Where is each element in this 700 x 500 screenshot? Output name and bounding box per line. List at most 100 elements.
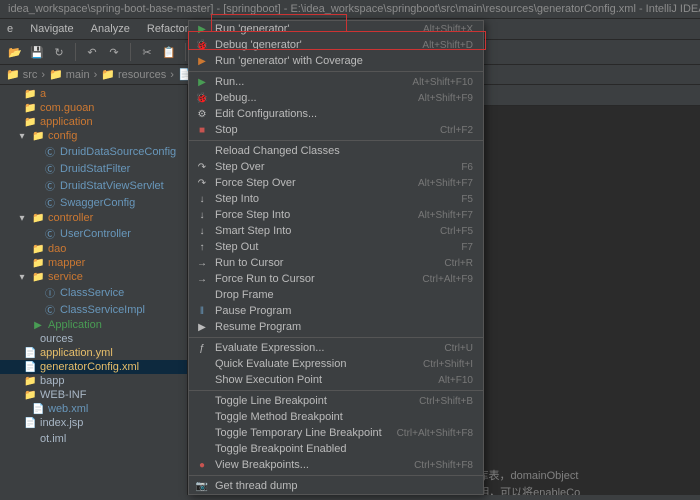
refresh-icon[interactable]: ↻	[50, 43, 68, 61]
menu-item-shortcut: Ctrl+Alt+Shift+F8	[397, 428, 473, 439]
run-menu-item[interactable]: ‖Pause Program	[189, 303, 483, 319]
run-menu-item[interactable]: ↷Step OverF6	[189, 159, 483, 175]
tree-item[interactable]: 📄web.xml	[0, 402, 187, 416]
run-menu-item[interactable]: ↑Step OutF7	[189, 239, 483, 255]
menu-item-icon: ▶	[195, 77, 209, 88]
run-menu-item[interactable]: 📷Get thread dump	[189, 478, 483, 494]
menu-item-label: Step Into	[215, 193, 455, 205]
breadcrumb-item[interactable]: 📁 main	[49, 68, 90, 81]
tree-item[interactable]: 📁dao	[0, 242, 187, 256]
run-menu-item[interactable]: ↓Step IntoF5	[189, 191, 483, 207]
tree-item-icon: Ⓒ	[44, 161, 56, 176]
run-menu-item[interactable]: Toggle Temporary Line BreakpointCtrl+Alt…	[189, 425, 483, 441]
run-menu-item[interactable]: ●View Breakpoints...Ctrl+Shift+F8	[189, 457, 483, 473]
tree-item-label: ources	[40, 333, 73, 345]
tree-item[interactable]: 📁mapper	[0, 256, 187, 270]
tree-item-label: bapp	[40, 375, 64, 387]
run-menu-item[interactable]: →Force Run to CursorCtrl+Alt+F9	[189, 271, 483, 287]
tree-item[interactable]: 📄application.yml	[0, 346, 187, 360]
menu-item-icon: ▶	[195, 56, 209, 67]
run-menu-item[interactable]: Toggle Method Breakpoint	[189, 409, 483, 425]
menu-item-icon: →	[195, 274, 209, 285]
tree-item-label: DruidStatViewServlet	[60, 180, 164, 192]
tree-item-label: SwaggerConfig	[60, 197, 135, 209]
tree-item[interactable]: ▾📁config	[0, 129, 187, 143]
tree-item[interactable]: ⒸSwaggerConfig	[0, 194, 187, 211]
run-menu-item[interactable]: ▶Run 'generator' with Coverage	[189, 53, 483, 69]
menu-item[interactable]: Analyze	[84, 21, 137, 37]
tree-item[interactable]: 📁WEB-INF	[0, 388, 187, 402]
menu-item[interactable]: e	[0, 21, 20, 37]
run-menu-item[interactable]: Quick Evaluate ExpressionCtrl+Shift+I	[189, 356, 483, 372]
menu-item-icon: ⚙	[195, 109, 209, 120]
menu-item[interactable]: Navigate	[23, 21, 80, 37]
tree-item-label: DruidDataSourceConfig	[60, 146, 176, 158]
menu-item-label: Pause Program	[215, 305, 467, 317]
menu-item-label: Run to Cursor	[215, 257, 438, 269]
run-menu-item[interactable]: ↓Smart Step IntoCtrl+F5	[189, 223, 483, 239]
tree-item[interactable]: 📁bapp	[0, 374, 187, 388]
tree-item[interactable]: ⒸClassServiceImpl	[0, 301, 187, 318]
tree-item-label: mapper	[48, 257, 85, 269]
undo-icon[interactable]: ↶	[83, 43, 101, 61]
tree-item[interactable]: 📄generatorConfig.xml	[0, 360, 187, 374]
menu-item-shortcut: F6	[461, 162, 473, 173]
menu-item-shortcut: Ctrl+Shift+I	[423, 359, 473, 370]
run-menu-item[interactable]: ▶Run...Alt+Shift+F10	[189, 74, 483, 90]
tree-item[interactable]: ▾📁controller	[0, 211, 187, 225]
menu-item-icon: 🐞	[195, 93, 209, 104]
run-menu-item[interactable]: Drop Frame	[189, 287, 483, 303]
tree-item-label: dao	[48, 243, 66, 255]
tree-item[interactable]: 📁a	[0, 87, 187, 101]
tree-item[interactable]: ⒾClassService	[0, 284, 187, 301]
run-menu-item[interactable]: 🐞Debug 'generator'Alt+Shift+D	[189, 37, 483, 53]
tree-item-label: ClassService	[60, 287, 124, 299]
tree-item[interactable]: ▶Application	[0, 318, 187, 332]
open-icon[interactable]: 📂	[6, 43, 24, 61]
run-menu-item[interactable]: Show Execution PointAlt+F10	[189, 372, 483, 388]
menu-item-shortcut: Ctrl+U	[444, 343, 473, 354]
menu-item-icon: 🐞	[195, 40, 209, 51]
run-menu-item[interactable]: →Run to CursorCtrl+R	[189, 255, 483, 271]
tree-item[interactable]: 📁com.guoan	[0, 101, 187, 115]
project-tree[interactable]: 📁a📁com.guoan📁application▾📁configⒸDruidDa…	[0, 85, 188, 495]
menu-item-shortcut: Alt+Shift+D	[422, 40, 473, 51]
run-menu-item[interactable]: Toggle Line BreakpointCtrl+Shift+B	[189, 393, 483, 409]
menu-item-label: Reload Changed Classes	[215, 145, 467, 157]
run-menu-item[interactable]: Toggle Breakpoint Enabled	[189, 441, 483, 457]
tree-item[interactable]: ⒸDruidDataSourceConfig	[0, 143, 187, 160]
menu-item-shortcut: F7	[461, 242, 473, 253]
menu-item-label: Toggle Method Breakpoint	[215, 411, 467, 423]
tree-item[interactable]: ⒸDruidStatViewServlet	[0, 177, 187, 194]
run-menu-item[interactable]: ↓Force Step IntoAlt+Shift+F7	[189, 207, 483, 223]
tree-item-icon: 📁	[24, 117, 36, 128]
run-menu-item[interactable]: ▶Resume Program	[189, 319, 483, 335]
breadcrumb-item[interactable]: 📁 resources	[101, 68, 166, 81]
tree-item[interactable]: ot.iml	[0, 432, 187, 446]
copy-icon[interactable]: 📋	[160, 43, 178, 61]
tree-item[interactable]: ▾📁service	[0, 270, 187, 284]
tree-item-icon: 📁	[32, 131, 44, 142]
run-menu-item[interactable]: ⚙Edit Configurations...	[189, 106, 483, 122]
breadcrumb-item[interactable]: 📁 src	[6, 68, 37, 81]
run-menu-item[interactable]: ↷Force Step OverAlt+Shift+F7	[189, 175, 483, 191]
tree-item[interactable]: 📄index.jsp	[0, 416, 187, 430]
run-menu-item[interactable]: ▶Run 'generator'Alt+Shift+X	[189, 21, 483, 37]
menu-item-label: Force Run to Cursor	[215, 273, 416, 285]
tree-item-icon: 📁	[32, 213, 44, 224]
redo-icon[interactable]: ↷	[105, 43, 123, 61]
run-menu-item[interactable]: ■StopCtrl+F2	[189, 122, 483, 138]
tree-item[interactable]: 📁application	[0, 115, 187, 129]
tree-item-label: config	[48, 130, 77, 142]
tree-item[interactable]: ⒸDruidStatFilter	[0, 160, 187, 177]
save-icon[interactable]: 💾	[28, 43, 46, 61]
run-menu-popup: ▶Run 'generator'Alt+Shift+X🐞Debug 'gener…	[188, 20, 484, 495]
menu-item-label: Stop	[215, 124, 434, 136]
run-menu-item[interactable]: 🐞Debug...Alt+Shift+F9	[189, 90, 483, 106]
run-menu-item[interactable]: ƒEvaluate Expression...Ctrl+U	[189, 340, 483, 356]
tree-item[interactable]: ources	[0, 332, 187, 346]
menu-item-label: Resume Program	[215, 321, 467, 333]
tree-item[interactable]: ⒸUserController	[0, 225, 187, 242]
run-menu-item[interactable]: Reload Changed Classes	[189, 143, 483, 159]
cut-icon[interactable]: ✂	[138, 43, 156, 61]
